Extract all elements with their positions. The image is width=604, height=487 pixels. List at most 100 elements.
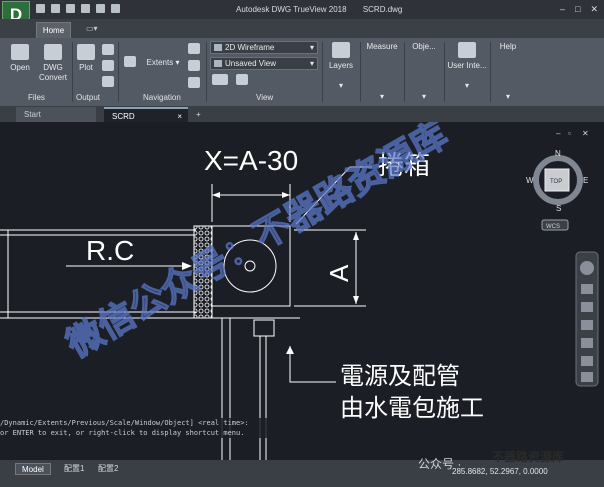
undo-icon[interactable] — [96, 4, 105, 13]
viewport-icon[interactable] — [212, 74, 228, 85]
print-icon[interactable] — [66, 4, 75, 13]
minimize-icon[interactable]: – — [560, 4, 565, 15]
separator — [322, 42, 323, 102]
command-history: /Dynamic/Extents/Previous/Scale/Window/O… — [0, 418, 290, 438]
layers-button[interactable]: Layers ▾ — [326, 42, 356, 91]
tab-scrd[interactable]: SCRD × — [104, 107, 188, 122]
chevron-down-icon: ▾ — [421, 92, 426, 101]
steering-wheel-icon[interactable] — [580, 261, 594, 275]
dimension-x-label: X=A-30 — [204, 145, 298, 176]
orbit-icon[interactable] — [188, 60, 200, 71]
view-icon — [214, 60, 222, 67]
extents-label: Extents — [146, 58, 174, 67]
viewport-close-icon[interactable]: ✕ — [582, 129, 589, 138]
named-view-dropdown[interactable]: Unsaved View — [210, 57, 318, 70]
folder-icon — [11, 44, 29, 60]
look-icon[interactable] — [581, 338, 593, 348]
compass-s: S — [556, 204, 561, 213]
objects-label: Obje... — [412, 42, 436, 51]
separator — [444, 42, 445, 102]
drawing-svg: X=A-30 捲箱 R.C A 電源及配管 由水電包施工 微信公众号：不器路资源… — [0, 122, 599, 460]
user-interface-button[interactable]: User Inte... ▾ — [446, 42, 488, 91]
viewport-restore-icon[interactable]: ▫ — [568, 129, 571, 138]
dwg-convert-button[interactable]: DWG Convert — [36, 44, 70, 83]
files-group-label: Files — [28, 93, 45, 102]
drawing-canvas[interactable]: X=A-30 捲箱 R.C A 電源及配管 由水電包施工 微信公众号：不器路资源… — [0, 122, 604, 460]
tab-scrd-label: SCRD — [112, 112, 135, 121]
note-line-2: 由水電包施工 — [340, 394, 484, 422]
printer-icon — [77, 44, 95, 60]
tab-start-label: Start — [24, 110, 41, 119]
ribbon-panel: Open DWG Convert Files Plot Output Exten… — [0, 38, 604, 107]
tab-home[interactable]: Home — [36, 22, 71, 38]
convert-label-line1: DWG — [43, 63, 63, 72]
chevron-down-icon: ▾ — [338, 81, 343, 90]
batch-plot-icon[interactable] — [102, 60, 114, 71]
preview-icon[interactable] — [102, 76, 114, 87]
pan-arrows-icon[interactable] — [124, 56, 136, 67]
compass-w: W — [526, 176, 534, 185]
viewport-minimize-icon[interactable]: – — [556, 129, 561, 138]
zoom-icon[interactable] — [188, 77, 200, 88]
wcs-label: WCS — [546, 224, 560, 230]
tab-start[interactable]: Start — [16, 107, 96, 122]
pan-icon[interactable] — [581, 284, 593, 294]
publish-icon[interactable] — [102, 44, 114, 55]
zoom-extents-icon[interactable] — [581, 302, 593, 312]
open-button[interactable]: Open — [6, 44, 34, 73]
objects-button[interactable]: Obje... ▾ — [406, 42, 442, 102]
arrow-head — [353, 296, 359, 304]
convert-label-line2: Convert — [38, 73, 67, 82]
open-icon[interactable] — [36, 4, 45, 13]
chevron-down-icon: ▾ — [379, 92, 384, 101]
chevron-down-icon: ▾ — [505, 92, 510, 101]
help-button[interactable]: Help ▾ — [494, 42, 522, 102]
compass-n: N — [555, 149, 561, 158]
maximize-icon[interactable]: □ — [575, 4, 580, 15]
junction-box — [253, 319, 275, 337]
pan-hand-icon[interactable] — [188, 43, 200, 54]
command-line-2: or ENTER to exit, or right-click to disp… — [0, 429, 245, 437]
visual-style-dropdown[interactable]: 2D Wireframe — [210, 41, 318, 54]
ribbon-tab-bar: Home ▭▾ — [0, 19, 604, 38]
separator — [72, 42, 73, 102]
showmotion-icon[interactable] — [581, 356, 593, 366]
measure-button[interactable]: Measure ▾ — [362, 42, 402, 102]
command-line-1: /Dynamic/Extents/Previous/Scale/Window/O… — [0, 419, 249, 427]
plot-button[interactable]: Plot — [74, 44, 98, 73]
coordinate-readout: 285.8682, 52.2967, 0.0000 — [452, 467, 548, 476]
close-icon[interactable]: ✕ — [590, 4, 598, 15]
navigation-group-label: Navigation — [143, 93, 181, 102]
a-dimension-label: A — [324, 264, 354, 282]
quick-access-toolbar — [36, 4, 120, 13]
separator — [206, 42, 207, 102]
plot-preview-icon[interactable] — [81, 4, 90, 13]
separator — [360, 42, 361, 102]
dwg-trueview-window: D ▾ Autodesk DWG TrueView 2018 SCRD.dwg … — [0, 0, 604, 487]
save-icon[interactable] — [51, 4, 60, 13]
new-tab-button[interactable]: + — [192, 107, 208, 122]
orbit-icon[interactable] — [581, 320, 593, 330]
window-title: Autodesk DWG TrueView 2018 SCRD.dwg — [236, 5, 416, 14]
chevron-down-icon: ▾ — [464, 81, 469, 90]
tab-layout2[interactable]: 配置2 — [92, 463, 124, 475]
footer-watermark-left: 公众号 · — [418, 457, 462, 471]
viewcube[interactable]: TOP N S E W WCS — [526, 149, 588, 231]
note-leader — [289, 346, 336, 383]
tab-layout1[interactable]: 配置1 — [58, 463, 90, 475]
separator — [490, 42, 491, 102]
nav-options-icon[interactable] — [581, 372, 593, 382]
help-label: Help — [499, 42, 517, 51]
layout-icon[interactable] — [236, 74, 248, 85]
compass-e: E — [583, 176, 588, 185]
redo-icon[interactable] — [111, 4, 120, 13]
arrow-head — [353, 232, 359, 240]
view-group-label: View — [256, 93, 274, 102]
extents-dropdown[interactable]: Extents ▾ — [142, 58, 184, 68]
rc-label: R.C — [86, 235, 134, 266]
tab-model[interactable]: Model — [15, 463, 51, 475]
file-tab-bar: Start SCRD × + — [0, 106, 604, 122]
user-interface-icon — [458, 42, 476, 58]
ribbon-minimize-icon[interactable]: ▭▾ — [86, 24, 104, 34]
navigation-bar — [575, 251, 599, 387]
